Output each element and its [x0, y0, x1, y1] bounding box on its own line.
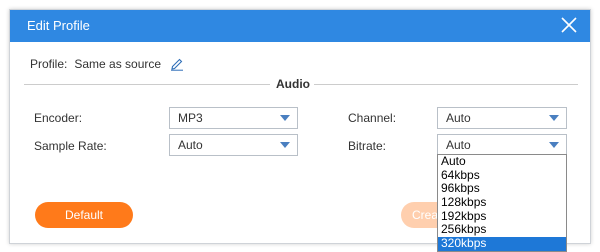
bitrate-value: Auto: [446, 138, 471, 152]
sample-rate-label: Sample Rate:: [34, 139, 107, 153]
sample-rate-select[interactable]: Auto: [169, 134, 298, 156]
profile-label: Profile:: [30, 57, 68, 71]
bitrate-option[interactable]: Auto: [438, 154, 566, 169]
bitrate-option[interactable]: 96kbps: [438, 182, 566, 196]
chevron-down-icon: [549, 142, 559, 148]
pencil-icon[interactable]: [170, 57, 184, 71]
chevron-down-icon: [280, 142, 290, 148]
bitrate-option[interactable]: 192kbps: [438, 209, 566, 224]
encoder-select[interactable]: MP3: [169, 107, 298, 129]
bitrate-option[interactable]: 128kbps: [438, 195, 566, 210]
chevron-down-icon: [280, 115, 290, 121]
bitrate-dropdown-list: Auto 64kbps 96kbps 128kbps 192kbps 256kbps 320…: [437, 154, 567, 252]
section-divider-right: [314, 84, 578, 85]
close-icon[interactable]: [560, 16, 578, 34]
section-divider-left: [24, 84, 270, 85]
bitrate-label: Bitrate:: [348, 139, 387, 153]
chevron-down-icon: [549, 115, 559, 121]
profile-row: Profile: Same as source: [30, 57, 184, 71]
bitrate-option[interactable]: 64kbps: [438, 168, 566, 183]
channel-select[interactable]: Auto: [437, 107, 567, 129]
bitrate-option[interactable]: 320kbps: [438, 236, 566, 251]
channel-value: Auto: [446, 111, 471, 125]
bitrate-select[interactable]: Auto: [437, 134, 567, 156]
sample-rate-value: Auto: [178, 138, 203, 152]
section-title: Audio: [276, 77, 310, 91]
profile-value: Same as source: [74, 57, 162, 71]
default-button[interactable]: Default: [35, 202, 133, 228]
encoder-label: Encoder:: [34, 111, 83, 125]
dialog-title: Edit Profile: [27, 18, 90, 33]
channel-label: Channel:: [348, 111, 397, 125]
encoder-value: MP3: [178, 111, 203, 125]
titlebar: Edit Profile: [10, 10, 590, 42]
bitrate-option[interactable]: 256kbps: [438, 223, 566, 237]
